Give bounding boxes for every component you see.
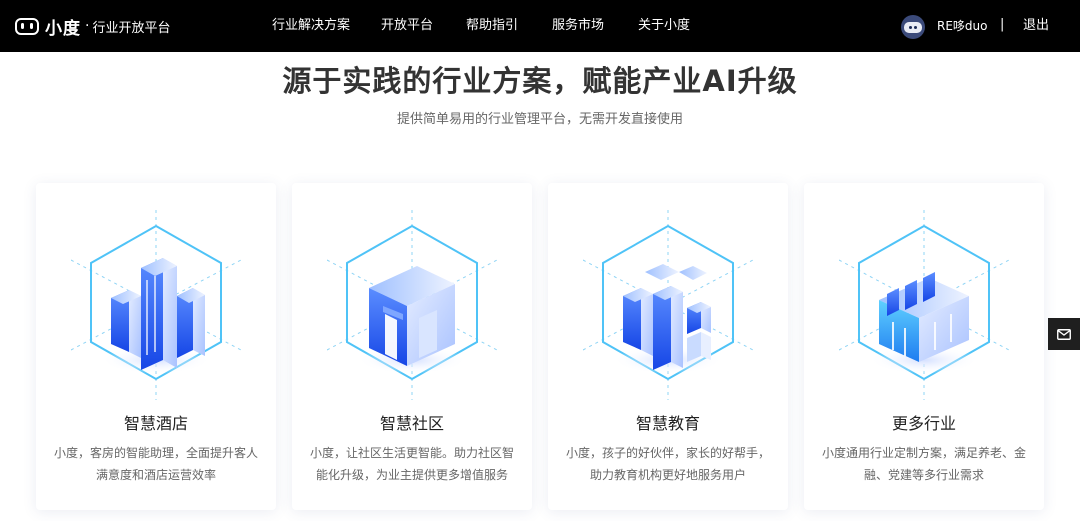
brand-separator: · [85,18,90,34]
nav-open-platform[interactable]: 开放平台 [381,17,433,35]
top-navigation-bar: 小度 · 行业开放平台 行业解决方案 开放平台 帮助指引 服务市场 关于小度 R… [0,0,1080,52]
page-title: 源于实践的行业方案，赋能产业AI升级 [282,64,798,98]
nav-industry-solutions[interactable]: 行业解决方案 [272,17,350,35]
more-industries-icon [839,210,1009,400]
header-divider: | [1000,17,1005,32]
solution-card-more[interactable]: 更多行业 小度通用行业定制方案，满足养老、金融、党建等多行业需求 [804,183,1044,510]
card-description: 小度，让社区生活更智能。助力社区智能化升级，为业主提供更多增值服务 [309,446,514,482]
logout-link[interactable]: 退出 [1023,17,1049,35]
card-title: 更多行业 [891,414,956,433]
username[interactable]: RE哆duo [937,17,988,35]
card-title: 智慧教育 [635,414,700,433]
community-building-icon [327,210,497,400]
education-building-icon [583,210,753,400]
card-description: 小度，孩子的好伙伴，家长的好帮手，助力教育机构更好地服务用户 [565,446,770,482]
hotel-building-icon [71,210,241,400]
card-title: 智慧社区 [379,414,444,433]
user-avatar[interactable] [901,15,925,39]
platform-name: 行业开放平台 [92,20,171,36]
page-subtitle: 提供简单易用的行业管理平台，无需开发直接使用 [396,112,683,127]
feedback-mail-button[interactable] [1048,318,1080,350]
card-description: 小度，客房的智能助理，全面提升客人满意度和酒店运营效率 [53,446,258,482]
xiaodu-logo-icon [15,17,39,35]
brand-logo[interactable]: 小度 · 行业开放平台 [15,13,170,39]
mail-icon [1057,328,1071,340]
card-description: 小度通用行业定制方案，满足养老、金融、党建等多行业需求 [821,446,1026,482]
nav-service-market[interactable]: 服务市场 [552,17,604,35]
nav-about[interactable]: 关于小度 [638,17,690,35]
solution-card-education[interactable]: 智慧教育 小度，孩子的好伙伴，家长的好帮手，助力教育机构更好地服务用户 [548,183,788,510]
solution-card-hotel[interactable]: 智慧酒店 小度，客房的智能助理，全面提升客人满意度和酒店运营效率 [36,183,276,510]
nav-help-guide[interactable]: 帮助指引 [466,17,518,35]
card-title: 智慧酒店 [123,414,188,433]
brand-name: 小度 [45,18,81,39]
solution-card-community[interactable]: 智慧社区 小度，让社区生活更智能。助力社区智能化升级，为业主提供更多增值服务 [292,183,532,510]
